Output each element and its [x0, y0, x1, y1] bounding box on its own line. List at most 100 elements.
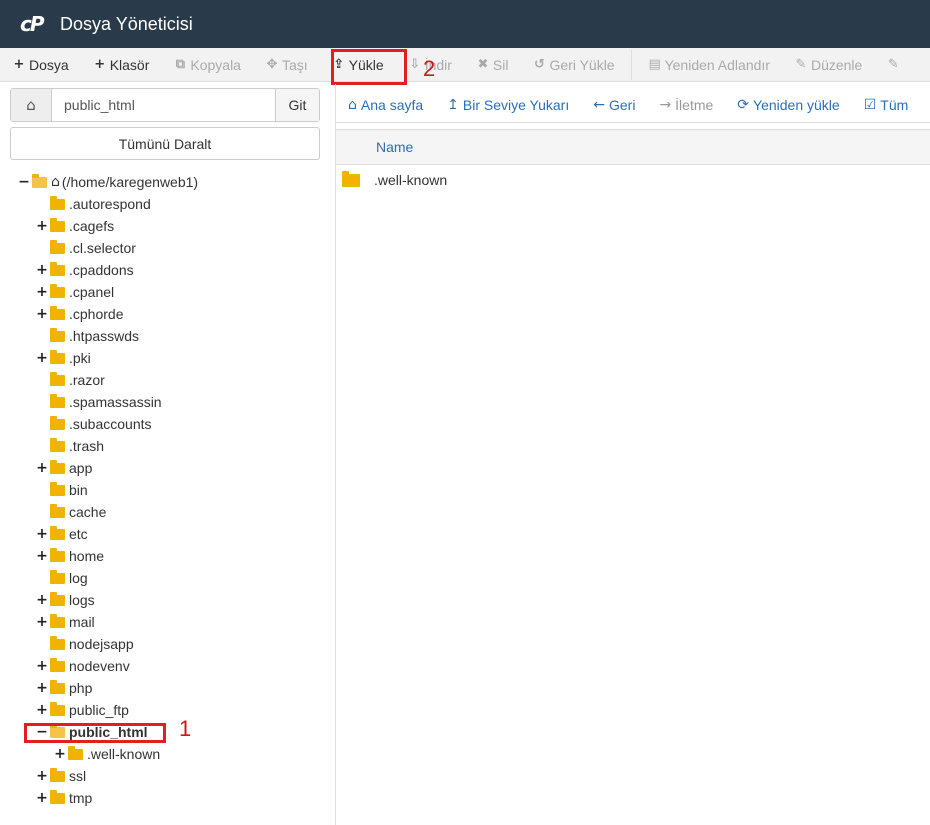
tree-item[interactable]: + mail [36, 611, 95, 633]
toolbar-divider [630, 49, 632, 80]
public-html-highlight-box [24, 723, 166, 743]
tree-item[interactable]: .htpasswds [36, 325, 139, 347]
path-input[interactable] [52, 89, 275, 121]
upload-highlight-box [331, 49, 407, 85]
move-button[interactable]: ✥ Taşı [253, 48, 320, 81]
tree-item-label: nodevenv [69, 658, 130, 674]
tree-item[interactable]: .spamassassin [36, 391, 162, 413]
forward-button[interactable]: → İletme [647, 88, 725, 122]
tree-item[interactable]: bin [36, 479, 88, 501]
expand-toggle-icon[interactable]: + [54, 746, 66, 762]
expand-toggle-icon[interactable]: + [36, 306, 48, 322]
expand-toggle-icon[interactable]: + [36, 218, 48, 234]
expand-toggle-icon[interactable]: + [36, 548, 48, 564]
name-column-header[interactable]: Name [376, 139, 413, 155]
delete-button[interactable]: ✖ Sil [464, 48, 521, 81]
tree-item-label: .cphorde [69, 306, 124, 322]
tree-item[interactable]: cache [36, 501, 106, 523]
tree-item[interactable]: + app [36, 457, 92, 479]
select-all-button[interactable]: ☑ Tüm [852, 88, 921, 122]
level-up-icon: ↥ [447, 97, 459, 113]
panel-divider [335, 84, 336, 825]
tree-item-label: .pki [69, 350, 91, 366]
restore-button[interactable]: ↺ Geri Yükle [520, 48, 626, 81]
home-icon: ⌂ [348, 97, 357, 113]
annotation-marker-1: 1 [179, 716, 192, 741]
plus-icon: + [94, 57, 106, 72]
tree-item[interactable]: + etc [36, 523, 88, 545]
tree-root[interactable]: − ⌂ (/home/karegenweb1) [18, 171, 198, 193]
home-icon[interactable]: ⌂ [11, 89, 52, 121]
home-nav-button[interactable]: ⌂ Ana sayfa [336, 88, 435, 122]
folder-icon [50, 503, 65, 518]
tree-item[interactable]: + .pki [36, 347, 91, 369]
expand-toggle-icon[interactable]: + [36, 460, 48, 476]
reload-button[interactable]: ⟳ Yeniden yükle [725, 88, 851, 122]
folder-icon [50, 657, 65, 672]
html-editor-button[interactable]: ✎ [874, 48, 915, 81]
new-folder-button[interactable]: + Klasör [81, 48, 162, 81]
tree-item[interactable]: + nodevenv [36, 655, 130, 677]
go-button[interactable]: Git [275, 89, 319, 121]
undo-icon: ↺ [534, 57, 545, 72]
tree-item[interactable]: + .cpaddons [36, 259, 134, 281]
file-row[interactable]: .well-known [336, 169, 930, 191]
tree-item[interactable]: .razor [36, 369, 105, 391]
tree-item[interactable]: .cl.selector [36, 237, 136, 259]
tree-item[interactable]: + ssl [36, 765, 86, 787]
tree-item-label: .spamassassin [69, 394, 162, 410]
edit-button[interactable]: ✎ Düzenle [782, 48, 874, 81]
tree-item-label: tmp [69, 790, 93, 806]
folder-icon [50, 569, 65, 584]
folder-icon [50, 195, 65, 210]
expand-toggle-icon[interactable]: + [36, 350, 48, 366]
new-file-button[interactable]: + Dosya [0, 48, 81, 81]
expand-toggle-icon[interactable]: + [36, 284, 48, 300]
back-button[interactable]: ← Geri [581, 88, 647, 122]
expand-toggle-icon[interactable]: + [36, 658, 48, 674]
expand-toggle-icon[interactable]: + [36, 768, 48, 784]
tree-item[interactable]: + home [36, 545, 104, 567]
tree-item[interactable]: + tmp [36, 787, 92, 809]
app-title: Dosya Yöneticisi [60, 13, 193, 34]
tree-item-label: mail [69, 614, 95, 630]
tree-item-label: php [69, 680, 93, 696]
expand-toggle-icon[interactable]: + [36, 790, 48, 806]
folder-icon [342, 170, 360, 187]
checkbox-icon: ☑ [863, 97, 877, 113]
expand-toggle-icon[interactable]: + [36, 592, 48, 608]
expand-toggle-icon[interactable]: + [36, 614, 48, 630]
expand-toggle-icon[interactable]: + [36, 702, 48, 718]
tree-item-label: public_ftp [69, 702, 129, 718]
tree-item[interactable]: + .cphorde [36, 303, 123, 325]
expand-toggle-icon[interactable]: + [36, 526, 48, 542]
collapse-toggle-icon[interactable]: − [18, 174, 30, 190]
tree-item[interactable]: + public_ftp [36, 699, 129, 721]
collapse-all-button[interactable]: Tümünü Daralt [10, 127, 320, 160]
tree-item[interactable]: nodejsapp [36, 633, 134, 655]
tree-item[interactable]: .trash [36, 435, 104, 457]
tree-item-label: app [69, 460, 93, 476]
up-one-level-button[interactable]: ↥ Bir Seviye Yukarı [435, 88, 581, 122]
tree-item[interactable]: + logs [36, 589, 95, 611]
tree-item[interactable]: + php [36, 677, 92, 699]
home-icon: ⌂ [51, 174, 60, 190]
rename-button[interactable]: ▤ Yeniden Adlandır [636, 48, 782, 81]
tree-item[interactable]: .autorespond [36, 193, 151, 215]
tree-item[interactable]: + .cagefs [36, 215, 114, 237]
folder-icon [50, 217, 65, 232]
tree-item-label: logs [69, 592, 95, 608]
tree-item-label: .cpaddons [69, 262, 134, 278]
plus-icon: + [13, 57, 25, 72]
expand-toggle-icon[interactable]: + [36, 680, 48, 696]
tree-item[interactable]: + .well-known [54, 743, 160, 765]
copy-button[interactable]: ⧉ Kopyala [161, 48, 253, 81]
tree-item[interactable]: .subaccounts [36, 413, 152, 435]
tree-item-label: cache [69, 504, 107, 520]
tree-item[interactable]: log [36, 567, 88, 589]
tree-item-label: nodejsapp [69, 636, 134, 652]
expand-toggle-icon[interactable]: + [36, 262, 48, 278]
folder-icon [50, 701, 65, 716]
folder-open-icon [32, 173, 47, 188]
tree-item[interactable]: + .cpanel [36, 281, 114, 303]
